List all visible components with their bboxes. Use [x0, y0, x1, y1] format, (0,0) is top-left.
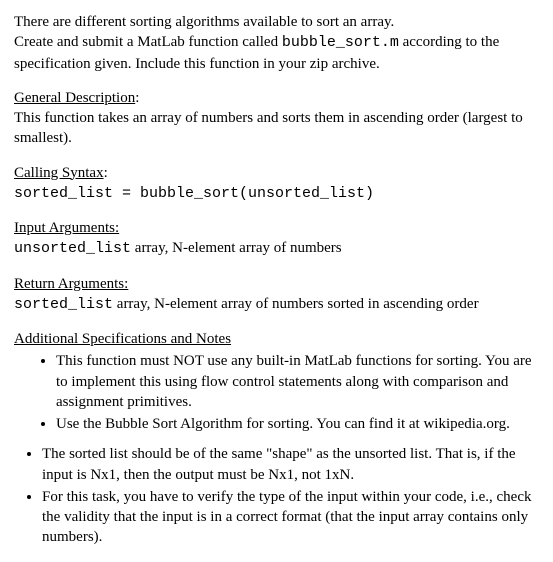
list-item: This function must NOT use any built-in … [56, 351, 539, 412]
input-arguments-section: Input Arguments: unsorted_list array, N-… [14, 218, 539, 260]
calling-code: sorted_list = bubble_sort(unsorted_list) [14, 185, 374, 202]
general-body: This function takes an array of numbers … [14, 110, 523, 146]
return-heading: Return Arguments: [14, 276, 128, 292]
intro-code: bubble_sort.m [282, 34, 399, 51]
input-desc: array, N-element array of numbers [131, 240, 342, 256]
additional-bullets-outer: The sorted list should be of the same "s… [14, 444, 539, 547]
calling-heading: Calling Syntax [14, 165, 104, 181]
calling-colon: : [104, 165, 108, 181]
general-heading: General Description [14, 90, 135, 106]
general-description-section: General Description: This function takes… [14, 88, 539, 149]
list-item: The sorted list should be of the same "s… [42, 444, 539, 485]
general-colon: : [135, 90, 139, 106]
return-code: sorted_list [14, 296, 113, 313]
additional-bullets-inner: This function must NOT use any built-in … [14, 351, 539, 434]
return-desc: array, N-element array of numbers sorted… [113, 296, 479, 312]
additional-heading: Additional Specifications and Notes [14, 331, 231, 347]
input-code: unsorted_list [14, 240, 131, 257]
intro-line2-pre: Create and submit a MatLab function call… [14, 34, 282, 50]
list-item: For this task, you have to verify the ty… [42, 487, 539, 548]
list-item: Use the Bubble Sort Algorithm for sortin… [56, 414, 539, 434]
return-arguments-section: Return Arguments: sorted_list array, N-e… [14, 274, 539, 316]
additional-section: Additional Specifications and Notes This… [14, 329, 539, 434]
intro-line1: There are different sorting algorithms a… [14, 14, 394, 30]
input-heading: Input Arguments: [14, 220, 119, 236]
calling-syntax-section: Calling Syntax: sorted_list = bubble_sor… [14, 163, 539, 205]
intro-paragraph: There are different sorting algorithms a… [14, 12, 539, 74]
